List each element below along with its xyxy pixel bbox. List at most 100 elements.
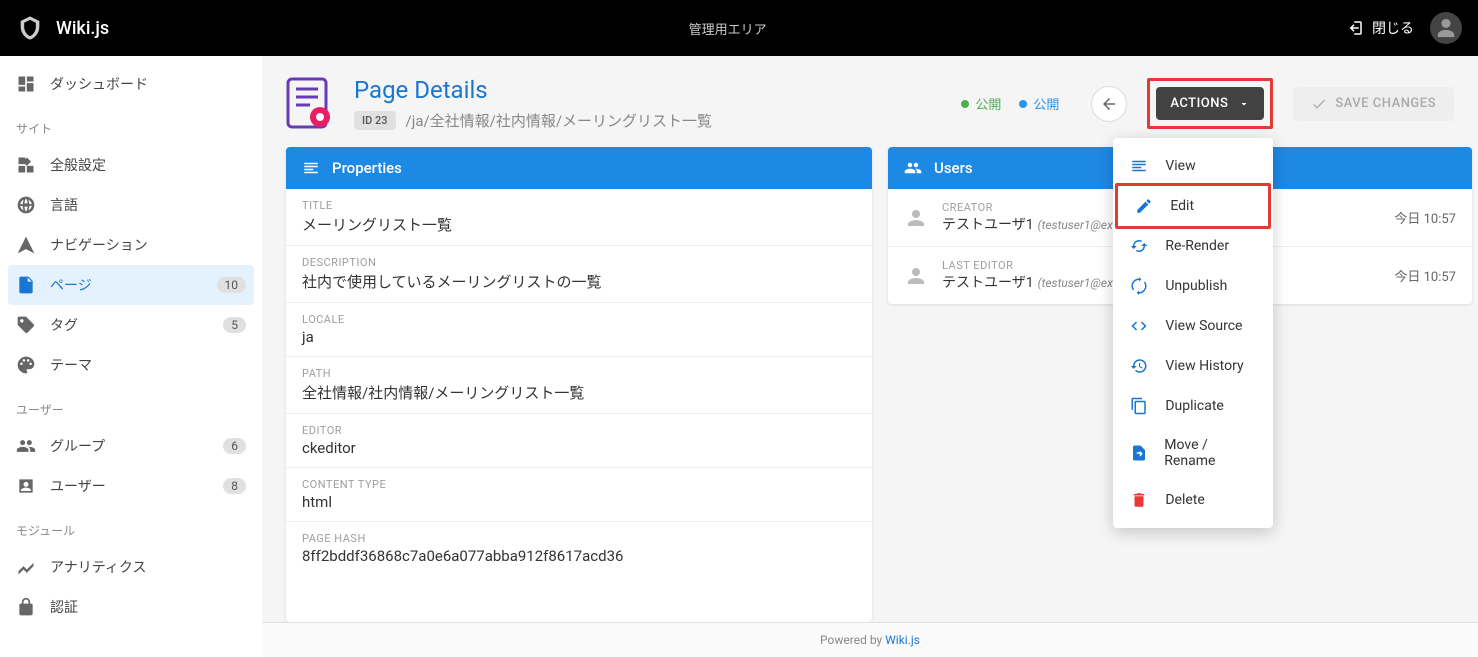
prop-label: TITLE xyxy=(302,199,856,212)
sidebar-label: ユーザー xyxy=(50,476,106,496)
sidebar-item-users[interactable]: ユーザー 8 xyxy=(0,466,262,506)
widgets-icon xyxy=(16,155,50,175)
close-label: 閉じる xyxy=(1372,18,1414,38)
back-button[interactable] xyxy=(1091,86,1127,122)
admin-area-label: 管理用エリア xyxy=(109,19,1346,38)
status-group: 公開 公開 xyxy=(961,94,1059,113)
action-unpublish[interactable]: Unpublish xyxy=(1113,266,1273,306)
sidebar-item-analytics[interactable]: アナリティクス xyxy=(0,547,262,587)
action-history[interactable]: View History xyxy=(1113,346,1273,386)
action-viewsource[interactable]: View Source xyxy=(1113,306,1273,346)
file-move-icon xyxy=(1129,444,1148,462)
sidebar-item-groups[interactable]: グループ 6 xyxy=(0,426,262,466)
sidebar-label: テーマ xyxy=(50,355,92,375)
exit-icon xyxy=(1346,19,1364,37)
editor-name: テストユーザ1 xyxy=(942,272,1034,292)
status-dot-green xyxy=(961,100,969,108)
prop-label: LOCALE xyxy=(302,313,856,326)
footer-link[interactable]: Wiki.js xyxy=(885,633,920,647)
account-icon xyxy=(1435,17,1457,39)
arrow-left-icon xyxy=(1100,95,1118,113)
prop-value-path: 全社情報/社内情報/メーリングリスト一覧 xyxy=(302,382,856,403)
prop-value-locale: ja xyxy=(302,328,856,346)
brand[interactable]: Wiki.js xyxy=(16,14,109,42)
status-published-2: 公開 xyxy=(1033,94,1059,113)
prop-value-editor: ckeditor xyxy=(302,439,856,457)
brand-logo-icon xyxy=(16,14,44,42)
sidebar-item-pages[interactable]: ページ 10 xyxy=(8,265,254,305)
subject-icon xyxy=(1129,157,1149,175)
users-count-badge: 8 xyxy=(223,478,246,494)
page-details-icon xyxy=(286,77,334,131)
earth-off-icon xyxy=(1129,277,1149,295)
page-path: /ja/全社情報/社内情報/メーリングリスト一覧 xyxy=(406,110,713,131)
card-title: Properties xyxy=(332,159,402,177)
globe-icon xyxy=(16,195,50,215)
person-icon xyxy=(904,206,928,230)
save-label: SAVE CHANGES xyxy=(1335,96,1436,111)
chevron-down-icon xyxy=(1238,98,1250,110)
dashboard-icon xyxy=(16,74,50,94)
action-label: Edit xyxy=(1170,198,1194,214)
sidebar-label: ページ xyxy=(50,275,92,295)
action-label: View Source xyxy=(1165,318,1242,334)
brand-text: Wiki.js xyxy=(56,18,109,39)
close-button[interactable]: 閉じる xyxy=(1346,18,1414,38)
sidebar-label: ナビゲーション xyxy=(50,235,148,255)
sidebar-item-theme[interactable]: テーマ xyxy=(0,345,262,385)
sidebar-label: ダッシュボード xyxy=(50,74,148,94)
person-icon xyxy=(904,264,928,288)
action-rerender[interactable]: Re-Render xyxy=(1113,226,1273,266)
actions-dropdown: View Edit Re-Render Unpublish xyxy=(1113,138,1273,528)
sidebar-item-language[interactable]: 言語 xyxy=(0,185,262,225)
topbar-right: 閉じる xyxy=(1346,12,1462,44)
sidebar-label: 全般設定 xyxy=(50,155,106,175)
creator-time: 今日 10:57 xyxy=(1394,208,1456,227)
sidebar-label: 言語 xyxy=(50,195,78,215)
group-icon xyxy=(16,436,50,456)
prop-label: DESCRIPTION xyxy=(302,256,856,269)
sidebar-item-authentication[interactable]: 認証 xyxy=(0,587,262,627)
actions-button[interactable]: ACTIONS xyxy=(1156,87,1264,120)
groups-count-badge: 6 xyxy=(223,438,246,454)
action-label: View History xyxy=(1165,358,1243,374)
action-label: Unpublish xyxy=(1165,278,1227,294)
sidebar-label: アナリティクス xyxy=(50,557,146,577)
action-label: Move / Rename xyxy=(1164,437,1257,469)
copy-icon xyxy=(1129,397,1149,415)
palette-icon xyxy=(16,355,50,375)
action-label: View xyxy=(1165,158,1195,174)
action-duplicate[interactable]: Duplicate xyxy=(1113,386,1273,426)
chart-icon xyxy=(16,557,50,577)
sidebar-label: 認証 xyxy=(50,597,78,617)
pages-count-badge: 10 xyxy=(217,277,247,293)
topbar: Wiki.js 管理用エリア 閉じる xyxy=(0,0,1478,56)
code-icon xyxy=(1129,317,1149,335)
sidebar-item-navigation[interactable]: ナビゲーション xyxy=(0,225,262,265)
action-label: Delete xyxy=(1165,492,1204,508)
sidebar-group-site: サイト xyxy=(0,104,262,145)
sidebar-item-tags[interactable]: タグ 5 xyxy=(0,305,262,345)
main-content: Page Details ID 23 /ja/全社情報/社内情報/メーリングリス… xyxy=(262,56,1478,657)
user-avatar[interactable] xyxy=(1430,12,1462,44)
history-icon xyxy=(1129,357,1149,375)
sidebar-group-user: ユーザー xyxy=(0,385,262,426)
prop-value-description: 社内で使用しているメーリングリストの一覧 xyxy=(302,271,856,292)
save-changes-button[interactable]: SAVE CHANGES xyxy=(1293,87,1454,121)
sidebar-item-dashboard[interactable]: ダッシュボード xyxy=(0,64,262,104)
prop-label: CONTENT TYPE xyxy=(302,478,856,491)
sidebar-label: グループ xyxy=(50,436,105,456)
action-edit[interactable]: Edit xyxy=(1118,186,1268,226)
action-move[interactable]: Move / Rename xyxy=(1113,426,1273,480)
sidebar-item-general[interactable]: 全般設定 xyxy=(0,145,262,185)
status-dot-blue xyxy=(1019,100,1027,108)
action-delete[interactable]: Delete xyxy=(1113,480,1273,520)
sidebar-group-modules: モジュール xyxy=(0,506,262,547)
action-view[interactable]: View xyxy=(1113,146,1273,186)
pencil-icon xyxy=(1134,197,1154,215)
lock-icon xyxy=(16,597,50,617)
page-title: Page Details xyxy=(354,76,941,104)
trash-icon xyxy=(1129,491,1149,509)
navigation-icon xyxy=(16,235,50,255)
footer-text: Powered by xyxy=(820,633,885,647)
